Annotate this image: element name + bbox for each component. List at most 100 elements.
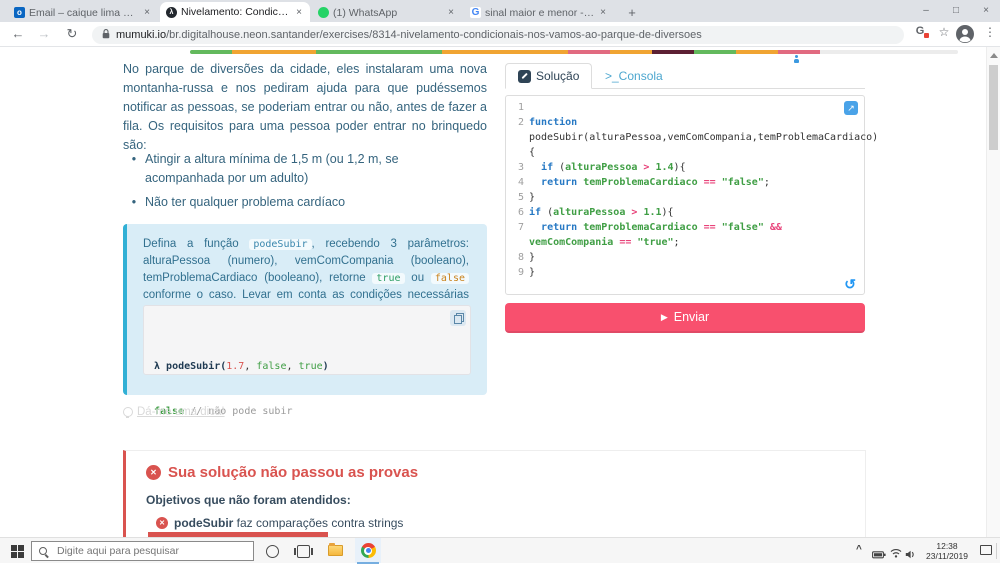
new-tab-button[interactable]: +: [622, 3, 642, 22]
editor-tab-bar: Solução >_Consola: [505, 63, 865, 89]
time-label: 12:38: [918, 541, 976, 551]
progress-segment[interactable]: [526, 50, 568, 54]
chrome-icon: [361, 543, 376, 558]
chrome-taskbar-item[interactable]: [355, 538, 381, 563]
show-hidden-icons-chevron[interactable]: ^: [856, 544, 862, 555]
error-icon: ✕: [146, 465, 161, 480]
file-explorer-icon[interactable]: [328, 545, 343, 556]
page-scrollbar[interactable]: [986, 47, 1000, 563]
minimize-button[interactable]: –: [912, 0, 940, 22]
expand-editor-icon[interactable]: ↗: [844, 101, 858, 115]
example-code-block: λ podeSubir(1.7, false, true) false // n…: [143, 305, 471, 375]
action-center-icon[interactable]: [980, 545, 992, 555]
copy-icon[interactable]: [450, 310, 466, 326]
address-bar[interactable]: mumuki.io/br.digitalhouse.neon.santander…: [92, 26, 904, 44]
submit-button[interactable]: ▶ Enviar: [505, 303, 865, 333]
list-item: • Não ter qualquer problema cardíaco: [123, 193, 475, 212]
speaker-icon[interactable]: [905, 546, 916, 564]
outlook-icon: o: [14, 7, 25, 18]
back-button[interactable]: ←: [8, 26, 28, 41]
search-icon: [39, 547, 48, 556]
close-tab-icon[interactable]: ×: [446, 7, 456, 18]
progress-segment[interactable]: [358, 50, 400, 54]
progress-segment[interactable]: [442, 50, 484, 54]
progress-segment[interactable]: [190, 50, 232, 54]
maximize-button[interactable]: □: [942, 0, 970, 22]
progress-track-remaining: [820, 50, 958, 54]
inline-code-podeSubir: podeSubir: [249, 239, 311, 250]
tab-solucao[interactable]: Solução: [505, 63, 592, 89]
progress-segment[interactable]: [652, 50, 694, 54]
scrollbar-thumb[interactable]: [989, 65, 998, 150]
bookmark-star-icon[interactable]: ☆: [934, 25, 954, 39]
tab-mumuki-active[interactable]: λ Nivelamento: Condicionais - Nó ×: [160, 2, 310, 22]
progress-segment[interactable]: [484, 50, 526, 54]
failed-objective-item: ✕ podeSubir faz comparações contra strin…: [156, 516, 845, 530]
scroll-up-arrow-icon[interactable]: [990, 53, 998, 58]
tab-whatsapp[interactable]: (1) WhatsApp ×: [312, 3, 462, 22]
bullet-icon: •: [123, 150, 145, 188]
close-tab-icon[interactable]: ×: [598, 7, 608, 18]
taskbar-clock[interactable]: 12:38 23/11/2019: [918, 541, 976, 561]
code-line: 5}: [508, 190, 860, 205]
line-number: 7: [508, 220, 529, 250]
student-position-marker-icon: [793, 55, 799, 63]
battery-icon[interactable]: [872, 546, 886, 564]
whatsapp-icon: [318, 7, 329, 18]
progress-segment[interactable]: [568, 50, 610, 54]
progress-segment[interactable]: [778, 50, 820, 54]
code-line: 2function podeSubir(alturaPessoa,vemComC…: [508, 115, 860, 160]
lock-icon: [102, 26, 110, 44]
cortana-icon[interactable]: [266, 545, 279, 558]
close-window-button[interactable]: ×: [972, 0, 1000, 22]
url-text: mumuki.io/br.digitalhouse.neon.santander…: [116, 29, 702, 41]
line-number: 6: [508, 205, 529, 220]
show-desktop-divider[interactable]: [996, 543, 997, 559]
close-tab-icon[interactable]: ×: [142, 7, 152, 18]
list-item: • Atingir a altura mínima de 1,5 m (ou 1…: [123, 150, 475, 188]
line-number: 9: [508, 265, 529, 280]
progress-segment[interactable]: [316, 50, 358, 54]
tab-outlook[interactable]: o Email – caique lima – Outlook ×: [8, 3, 158, 22]
code-editor[interactable]: ↗ 1 2function podeSubir(alturaPessoa,vem…: [505, 95, 865, 295]
code-line: 7 return temProblemaCardiaco == "false" …: [508, 220, 860, 250]
hint-link[interactable]: Dá-me uma dica!: [123, 406, 225, 418]
code-line: 1: [508, 100, 860, 115]
reload-button[interactable]: ↻: [62, 26, 82, 42]
inline-code-false: false: [431, 273, 469, 284]
callout-text: ou: [405, 272, 431, 284]
tab-title: Nivelamento: Condicionais - Nó: [181, 6, 290, 18]
browser-profile-avatar[interactable]: [956, 25, 974, 43]
line-number: 5: [508, 190, 529, 205]
search-input[interactable]: [55, 544, 246, 558]
line-number: 8: [508, 250, 529, 265]
taskbar-search-box[interactable]: [31, 541, 254, 561]
example-call-line: λ podeSubir(1.7, false, true): [154, 359, 460, 374]
extension-badge: [924, 33, 929, 38]
code-line: 9}: [508, 265, 860, 280]
progress-segment[interactable]: [400, 50, 442, 54]
reset-code-icon[interactable]: ↺: [844, 277, 856, 291]
progress-segment[interactable]: [610, 50, 652, 54]
forward-button[interactable]: →: [34, 26, 54, 41]
date-label: 23/11/2019: [918, 551, 976, 561]
progress-segment[interactable]: [694, 50, 736, 54]
wifi-icon[interactable]: [890, 545, 902, 563]
task-view-icon[interactable]: [297, 545, 310, 558]
code-line: 6if (alturaPessoa > 1.1){: [508, 205, 860, 220]
progress-segment[interactable]: [274, 50, 316, 54]
progress-segment[interactable]: [736, 50, 778, 54]
browser-menu-icon[interactable]: ⋮: [980, 25, 1000, 39]
start-button[interactable]: [11, 545, 24, 558]
callout-text: Defina a função: [143, 238, 249, 250]
extension-icon[interactable]: G: [910, 25, 930, 37]
code-line: 3 if (alturaPessoa > 1.4){: [508, 160, 860, 175]
windows-taskbar: ^ 12:38 23/11/2019: [0, 537, 1000, 563]
tab-google-search[interactable]: G sinal maior e menor - Pesquisa G ×: [464, 3, 614, 22]
tab-consola[interactable]: >_Consola: [605, 63, 663, 89]
error-icon: ✕: [156, 517, 168, 529]
pencil-icon: [518, 70, 531, 83]
google-icon: G: [470, 7, 481, 18]
progress-segment[interactable]: [232, 50, 274, 54]
close-tab-icon[interactable]: ×: [294, 7, 304, 18]
